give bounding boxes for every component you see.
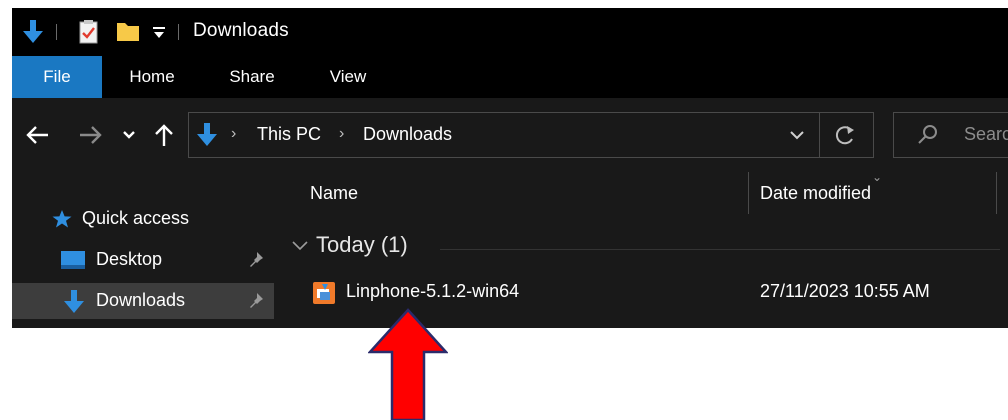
annotation-arrow-icon [368,308,448,420]
refresh-icon[interactable] [827,120,863,150]
recent-locations-chevron-icon[interactable] [120,120,138,150]
table-row[interactable]: Linphone-5.1.2-win64 27/11/2023 10:55 AM [276,274,996,310]
new-folder-icon[interactable] [116,19,140,43]
sidebar-item-downloads[interactable]: Downloads [12,283,274,319]
collapse-chevron-icon[interactable] [290,236,310,256]
tab-view[interactable]: View [308,56,388,98]
breadcrumb-this-pc[interactable]: This PC [257,124,321,145]
sidebar-item-label: Downloads [96,290,186,310]
title-bar: Downloads [12,8,1008,56]
downloads-arrow-icon [197,123,217,146]
installer-icon [313,282,335,304]
file-explorer-window: Downloads File Home Share View › This PC… [12,8,1008,328]
navigation-pane: Quick access Desktop Downloads [12,170,274,328]
pin-icon[interactable] [248,251,266,269]
address-divider [819,113,820,157]
downloads-arrow-icon [64,290,84,313]
tab-share[interactable]: Share [212,56,292,98]
navigation-bar: › This PC › Downloads Searc [12,98,1008,170]
up-button[interactable] [152,120,176,150]
ribbon-tabs: File Home Share View [12,56,1008,98]
window-title: Downloads [193,20,289,41]
sidebar-item-label: Desktop [96,249,163,269]
star-icon [52,210,72,228]
forward-button[interactable] [76,120,104,150]
breadcrumb-chevron-icon[interactable]: › [339,125,344,143]
search-placeholder: Searc [964,124,1008,144]
search-box[interactable]: Searc [893,112,1008,158]
customize-toolbar-icon[interactable] [152,22,166,42]
group-header-today[interactable]: Today (1) [290,232,1000,262]
title-separator [178,24,179,40]
back-button[interactable] [24,120,52,150]
title-separator [56,24,57,40]
sidebar-item-label: Quick access [82,208,190,228]
tab-file[interactable]: File [12,56,102,98]
breadcrumb-downloads[interactable]: Downloads [363,124,452,145]
search-icon [918,125,937,144]
address-dropdown-chevron-icon[interactable] [783,121,811,149]
desktop-folder-icon [61,251,85,269]
file-list: Name ⌄ Date modified Today (1) Linphone-… [276,170,1008,328]
tab-home[interactable]: Home [112,56,192,98]
sort-chevron-icon: ⌄ [872,170,883,184]
column-header-date-modified[interactable]: Date modified [760,183,871,204]
file-name[interactable]: Linphone-5.1.2-win64 [346,281,519,302]
downloads-arrow-icon [23,20,43,43]
pin-icon[interactable] [248,292,266,310]
address-bar[interactable]: › This PC › Downloads [188,112,874,158]
properties-icon[interactable] [78,19,100,45]
group-divider [440,249,1000,250]
sidebar-item-quick-access[interactable]: Quick access [12,201,274,237]
file-date-modified: 27/11/2023 10:55 AM [760,281,930,301]
column-divider[interactable] [748,172,749,214]
group-title: Today (1) [316,232,408,257]
breadcrumb-chevron-icon: › [231,125,237,142]
column-header-name[interactable]: Name [310,183,358,204]
sidebar-item-desktop[interactable]: Desktop [12,242,274,278]
column-divider[interactable] [996,172,997,214]
